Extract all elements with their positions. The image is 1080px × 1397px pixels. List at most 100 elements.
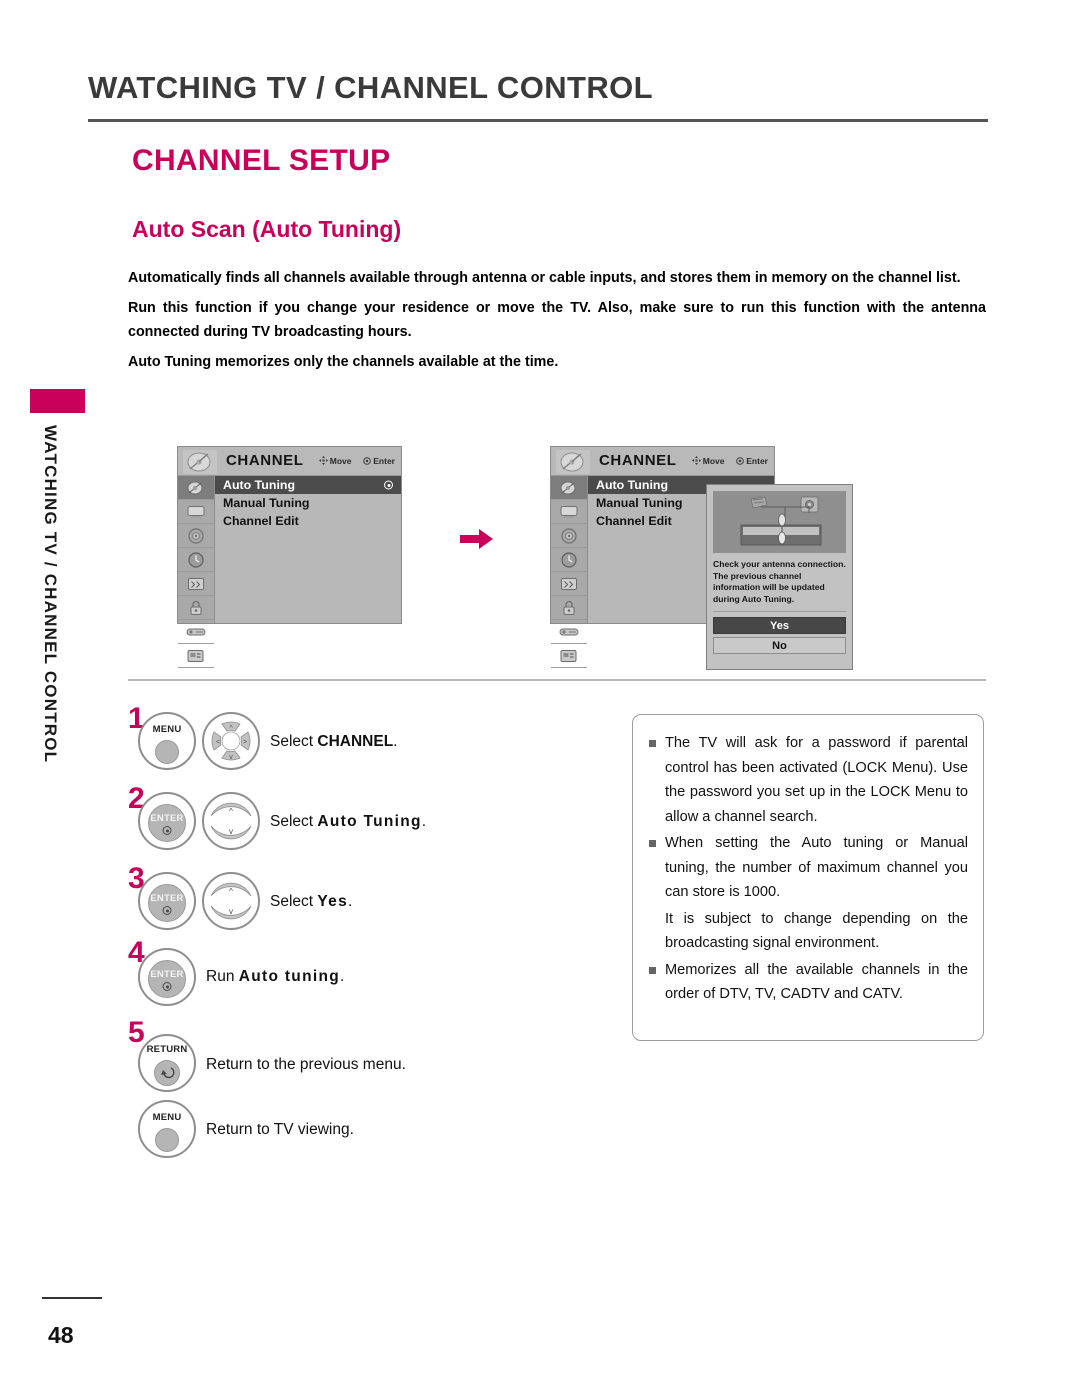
note-text: The TV will ask for a password if parent… [665, 735, 968, 825]
osd-item-label: Channel Edit [596, 514, 672, 528]
note-text: It is subject to change depending on the… [665, 910, 968, 952]
svg-text:v: v [229, 754, 233, 761]
navigation-dpad[interactable]: ^ v < > [202, 712, 260, 770]
menu-button-dot [155, 1128, 179, 1152]
enter-hint-icon [736, 457, 745, 467]
running-head: WATCHING TV / CHANNEL CONTROL [88, 70, 653, 105]
osd-item-channel-edit[interactable]: Channel Edit [215, 512, 401, 530]
footer-rule [42, 1297, 102, 1299]
step-description: Return to TV viewing. [206, 1121, 354, 1138]
osd-screenshot-1: CHANNEL Move Enter Auto Tuning Manual Tu… [177, 446, 402, 668]
rail-icon-picture[interactable] [178, 500, 214, 524]
menu-button[interactable]: MENU [138, 1100, 196, 1158]
svg-text:v: v [229, 827, 233, 836]
up-down-button[interactable]: ^ v [202, 872, 260, 930]
step-text-bold: Yes [317, 893, 349, 910]
rail-icon-input[interactable] [178, 620, 214, 644]
radio-indicator-icon [384, 480, 393, 490]
rail-icon-usb[interactable] [551, 644, 587, 668]
dialog-yes-button[interactable]: Yes [713, 617, 846, 634]
enter-button[interactable]: ENTER [138, 948, 196, 1006]
dialog-no-button[interactable]: No [713, 637, 846, 654]
header-rule [88, 119, 988, 122]
dpad-hint-icon [691, 456, 701, 467]
intro-text: Automatically finds all channels availab… [128, 266, 986, 374]
step-text-prefix: Select [270, 893, 318, 910]
satellite-dish-icon [556, 450, 590, 474]
right-arrow-icon [460, 528, 494, 550]
rail-icon-input[interactable] [551, 620, 587, 644]
rail-icon-time[interactable] [178, 548, 214, 572]
step-description: Select CHANNEL. [270, 733, 397, 751]
step-text-prefix: Select [270, 813, 318, 830]
osd-item-manual-tuning[interactable]: Manual Tuning [215, 494, 401, 512]
enter-button[interactable]: ENTER [138, 792, 196, 850]
manual-page: WATCHING TV / CHANNEL CONTROL WATCHING T… [0, 0, 1080, 1397]
sub-title: Auto Scan (Auto Tuning) [132, 216, 402, 242]
dpad-hint-icon [318, 456, 328, 467]
osd-hint-move: Move [702, 456, 725, 466]
rail-icon-lock[interactable] [178, 596, 214, 620]
step-description: Select Yes. [270, 893, 352, 911]
side-tab-marker [30, 389, 85, 413]
enter-inner-ring-icon [162, 982, 172, 991]
osd-icon-rail[interactable] [178, 476, 215, 668]
menu-button-label: MENU [152, 724, 182, 735]
step-text-bold: Auto tuning [238, 968, 340, 985]
rail-icon-time[interactable] [551, 548, 587, 572]
return-button-label: RETURN [146, 1044, 188, 1055]
osd-hints: Move Enter [691, 456, 768, 467]
side-tab-label: WATCHING TV / CHANNEL CONTROL [41, 425, 60, 764]
intro-paragraph-1: Automatically finds all channels availab… [128, 270, 961, 286]
step-text-suffix: . [393, 733, 398, 750]
note-text: When setting the Auto tuning or Manual t… [665, 835, 968, 900]
step-text-bold: CHANNEL [317, 733, 394, 750]
dialog-separator [713, 611, 846, 612]
notes-box: The TV will ask for a password if parent… [632, 714, 984, 1041]
osd-title: CHANNEL [599, 452, 677, 469]
osd-title: CHANNEL [226, 452, 304, 469]
rail-icon-channel[interactable] [551, 476, 587, 500]
osd-icon-rail[interactable] [551, 476, 588, 668]
osd-item-auto-tuning[interactable]: Auto Tuning [215, 476, 401, 494]
menu-button-label: MENU [152, 1112, 182, 1123]
up-down-button[interactable]: ^ v [202, 792, 260, 850]
step-text-prefix: Run [206, 968, 239, 985]
osd-header: CHANNEL Move Enter [551, 447, 774, 476]
menu-button[interactable]: MENU [138, 712, 196, 770]
bullet-square-icon [649, 740, 656, 747]
svg-text:v: v [229, 907, 233, 916]
bullet-square-icon [649, 840, 656, 847]
rail-icon-lock[interactable] [551, 596, 587, 620]
osd-item-label: Auto Tuning [596, 478, 669, 492]
osd-item-label: Manual Tuning [223, 496, 310, 510]
dialog-message: Check your antenna connection. The previ… [713, 559, 846, 604]
osd-hint-move: Move [329, 456, 352, 466]
enter-inner-ring-icon [162, 826, 172, 835]
svg-text:^: ^ [229, 887, 233, 896]
enter-button[interactable]: ENTER [138, 872, 196, 930]
satellite-dish-icon [183, 450, 217, 474]
step-description: Select Auto Tuning. [270, 813, 426, 831]
bullet-square-icon [649, 966, 656, 974]
figure-divider [128, 679, 986, 681]
step-text-suffix: . [340, 968, 345, 985]
rail-icon-setup[interactable] [178, 572, 214, 596]
rail-icon-audio[interactable] [178, 524, 214, 548]
enter-button-label: ENTER [150, 813, 184, 824]
enter-button-label: ENTER [150, 969, 184, 980]
return-button[interactable]: RETURN [138, 1034, 196, 1092]
step-text-suffix: . [421, 813, 427, 830]
rail-icon-audio[interactable] [551, 524, 587, 548]
osd-item-label: Auto Tuning [223, 478, 296, 492]
svg-text:^: ^ [229, 807, 233, 816]
menu-button-dot [155, 740, 179, 764]
intro-paragraph-3: Auto Tuning memorizes only the channels … [128, 354, 559, 370]
rail-icon-usb[interactable] [178, 644, 214, 668]
rail-icon-setup[interactable] [551, 572, 587, 596]
rail-icon-channel[interactable] [178, 476, 214, 500]
enter-inner-ring-icon [162, 906, 172, 915]
rail-icon-picture[interactable] [551, 500, 587, 524]
section-title: CHANNEL SETUP [132, 144, 391, 177]
enter-button-label: ENTER [150, 893, 184, 904]
